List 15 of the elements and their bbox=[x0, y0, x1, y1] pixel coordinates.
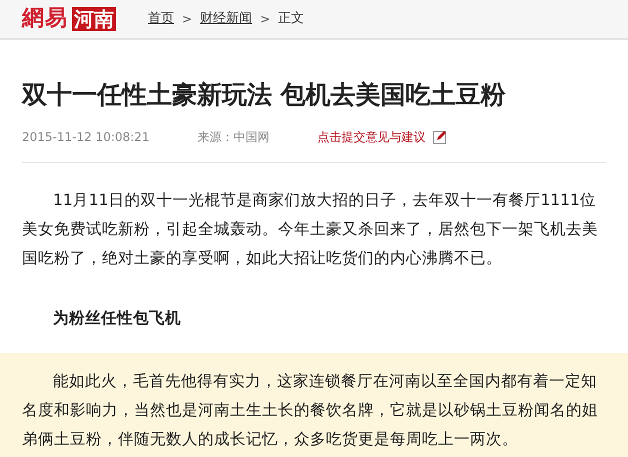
breadcrumb-current: 正文 bbox=[278, 10, 304, 28]
paragraph: 11月11日的双十一光棍节是商家们放大招的日子，去年双十一有餐厅1111位美女免费试吃新粉，引起全城轰动。今年土豪又杀回来了，居然包下一架飞机去美国吃粉了，绝对土豪的享受啊，如此大招让吃货们的内心沸腾不已。 bbox=[22, 190, 599, 269]
logo-text[interactable]: 網易 bbox=[22, 8, 68, 30]
paragraph: 能如此火，毛首先他得有实力，这家连锁餐厅在河南以至全国内都有着一定知名度和影响力，当然也是河南土生土长的餐饮名牌，它就是以砂锅土豆粉闻名的姐弟俩土豆粉，伴随无数人的成长记忆，众多吃货更是每周吃上一两次。 bbox=[22, 371, 599, 450]
breadcrumb-separator: > bbox=[260, 11, 270, 28]
feedback-link[interactable]: 点击提交意见与建议 bbox=[317, 128, 426, 146]
breadcrumb-separator: > bbox=[182, 11, 192, 28]
publish-time: 2015-11-12 10:08:21 bbox=[22, 129, 150, 146]
logo-region-badge[interactable]: 河南 bbox=[72, 7, 116, 31]
edit-icon[interactable] bbox=[433, 130, 448, 144]
section-heading: 为粉丝任性包飞机 bbox=[52, 308, 182, 329]
article-title: 双十一任性土豪新玩法 包机去美国吃土豆粉 bbox=[22, 80, 507, 110]
breadcrumb-link[interactable]: 首页 bbox=[148, 9, 174, 29]
article-source: 来源：中国网 bbox=[197, 129, 270, 146]
breadcrumb-link[interactable]: 财经新闻 bbox=[200, 9, 252, 29]
